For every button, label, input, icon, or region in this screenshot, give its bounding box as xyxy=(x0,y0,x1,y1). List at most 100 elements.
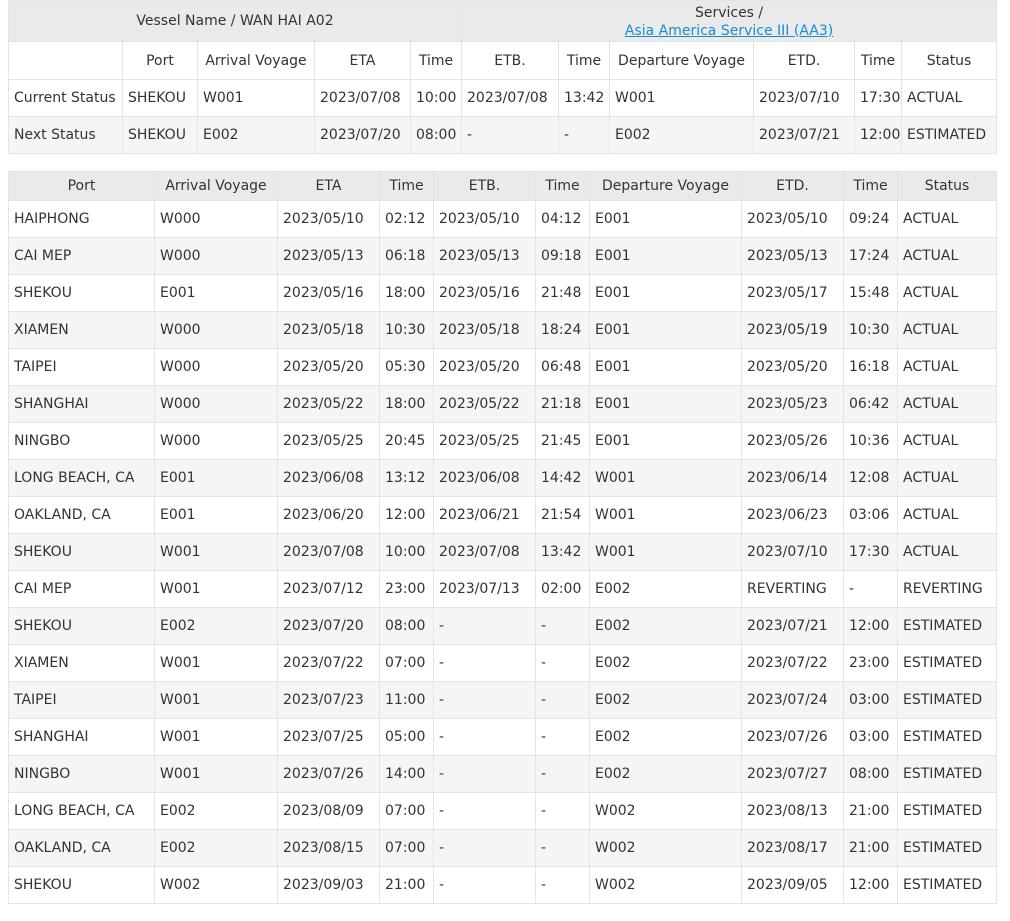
table-cell: ESTIMATED xyxy=(897,681,997,719)
table-row: XIAMEN W001 2023/07/22 07:00- - E002 2023/07/2… xyxy=(8,644,997,682)
table-cell: E002 xyxy=(154,792,278,830)
table-cell: W000 xyxy=(154,311,278,349)
table-row: CAI MEP W000 2023/05/13 06:18 2023/05/13 09:1… xyxy=(8,237,997,275)
table-row: OAKLAND, CA E001 2023/06/20 12:00 2023/06/21… xyxy=(8,496,997,534)
table-row: TAIPEI W001 2023/07/23 11:00- - E002 2023/07/2… xyxy=(8,681,997,719)
table-cell: 09:18 xyxy=(535,237,590,275)
table-row: SHEKOU E002 2023/07/20 08:00- - E002 2023/07/2… xyxy=(8,607,997,645)
table-cell: W000 xyxy=(154,422,278,460)
table-cell: E001 xyxy=(589,385,742,423)
table-cell: ACTUAL xyxy=(897,274,997,312)
table-cell: - xyxy=(433,681,536,719)
col-etb-time: Time xyxy=(535,171,590,201)
col-departure-voyage: Departure Voyage xyxy=(609,41,755,80)
services-cell: Services / Asia America Service III (AA3… xyxy=(461,0,998,42)
table-cell: E002 xyxy=(589,755,742,793)
table-cell: ESTIMATED xyxy=(897,644,997,682)
table-cell: 2023/07/20 xyxy=(314,116,411,154)
table-cell: SHEKOU xyxy=(8,607,155,645)
table-cell: E002 xyxy=(154,607,278,645)
table-cell: - xyxy=(535,866,590,904)
table-cell: XIAMEN xyxy=(8,311,155,349)
table-cell: 2023/09/05 xyxy=(741,866,844,904)
table-cell: 2023/08/13 xyxy=(741,792,844,830)
table-cell: 2023/07/10 xyxy=(753,79,856,117)
table-cell: 05:30 xyxy=(379,348,434,386)
table-cell: NINGBO xyxy=(8,755,155,793)
table-cell: 2023/07/13 xyxy=(433,570,536,608)
col-eta: ETA xyxy=(277,171,380,201)
table-cell: 2023/07/22 xyxy=(741,644,844,682)
table-cell: 12:00 xyxy=(379,496,434,534)
service-link[interactable]: Asia America Service III (AA3) xyxy=(625,23,833,39)
table-cell: 12:00 xyxy=(854,116,903,154)
table-cell: W000 xyxy=(154,200,278,238)
table-row: SHANGHAI W001 2023/07/25 05:00- - E002 2023/07… xyxy=(8,718,997,756)
table-cell: 07:00 xyxy=(379,644,434,682)
table-cell: CAI MEP xyxy=(8,237,155,275)
table-cell: E002 xyxy=(609,116,755,154)
table-row: LONG BEACH, CA E001 2023/06/08 13:12 2023/06… xyxy=(8,459,997,497)
table-row: SHANGHAI W000 2023/05/22 18:00 2023/05/22 21:… xyxy=(8,385,997,423)
table-cell: 2023/07/08 xyxy=(461,79,560,117)
table-cell: W002 xyxy=(589,792,742,830)
col-etd: ETD. xyxy=(741,171,844,201)
table-cell: 2023/06/14 xyxy=(741,459,844,497)
table-cell: 2023/07/21 xyxy=(753,116,856,154)
table-cell: - xyxy=(535,792,590,830)
table-cell: E001 xyxy=(589,311,742,349)
table-cell: 21:00 xyxy=(843,829,898,867)
table-cell: XIAMEN xyxy=(8,644,155,682)
table-cell: 13:12 xyxy=(379,459,434,497)
table-cell: Current Status xyxy=(8,79,123,117)
table-cell: ACTUAL xyxy=(897,311,997,349)
table-cell: - xyxy=(535,681,590,719)
schedule-header-row: Port Arrival Voyage ETA Time ETB. Time D… xyxy=(8,171,997,201)
table-row: Current Status SHEKOU W001 2023/07/08 10:00 2… xyxy=(8,79,998,117)
col-eta-time: Time xyxy=(409,41,463,80)
table-cell: E002 xyxy=(197,116,315,154)
col-etb: ETB. xyxy=(461,41,560,80)
table-row: NINGBO W000 2023/05/25 20:45 2023/05/25 21:45… xyxy=(8,422,997,460)
table-cell: 21:48 xyxy=(535,274,590,312)
col-port: Port xyxy=(122,41,198,80)
table-cell: W002 xyxy=(154,866,278,904)
col-etd-time: Time xyxy=(854,41,903,80)
table-cell: TAIPEI xyxy=(8,348,155,386)
table-cell: E001 xyxy=(154,274,278,312)
table-cell: 06:42 xyxy=(843,385,898,423)
table-cell: 08:00 xyxy=(379,607,434,645)
table-cell: 2023/08/17 xyxy=(741,829,844,867)
table-cell: 18:00 xyxy=(379,274,434,312)
table-cell: 18:00 xyxy=(379,385,434,423)
table-cell: SHEKOU xyxy=(122,79,198,117)
col-etb: ETB. xyxy=(433,171,536,201)
table-cell: 05:00 xyxy=(379,718,434,756)
table-cell: 2023/05/10 xyxy=(277,200,380,238)
table-cell: ESTIMATED xyxy=(897,866,997,904)
table-cell: 2023/05/17 xyxy=(741,274,844,312)
table-cell: 2023/06/20 xyxy=(277,496,380,534)
table-cell: CAI MEP xyxy=(8,570,155,608)
table-cell: 2023/05/22 xyxy=(433,385,536,423)
col-blank xyxy=(8,41,123,80)
table-cell: W001 xyxy=(589,533,742,571)
table-row: HAIPHONG W000 2023/05/10 02:12 2023/05/10 04:… xyxy=(8,200,997,238)
table-cell: W000 xyxy=(154,385,278,423)
table-cell: 12:00 xyxy=(843,607,898,645)
table-cell: 2023/05/18 xyxy=(277,311,380,349)
table-cell: OAKLAND, CA xyxy=(8,496,155,534)
table-cell: ACTUAL xyxy=(897,348,997,386)
table-cell: W001 xyxy=(154,533,278,571)
table-cell: REVERTING xyxy=(897,570,997,608)
table-cell: 10:30 xyxy=(379,311,434,349)
table-cell: ACTUAL xyxy=(897,496,997,534)
table-cell: - xyxy=(433,829,536,867)
table-cell: ACTUAL xyxy=(897,237,997,275)
table-cell: 2023/05/13 xyxy=(277,237,380,275)
table-cell: W001 xyxy=(589,496,742,534)
table-cell: - xyxy=(433,644,536,682)
table-cell: 2023/07/27 xyxy=(741,755,844,793)
table-cell: 2023/05/22 xyxy=(277,385,380,423)
table-row: Next Status SHEKOU E002 2023/07/20 08:00- - E0… xyxy=(8,116,998,154)
